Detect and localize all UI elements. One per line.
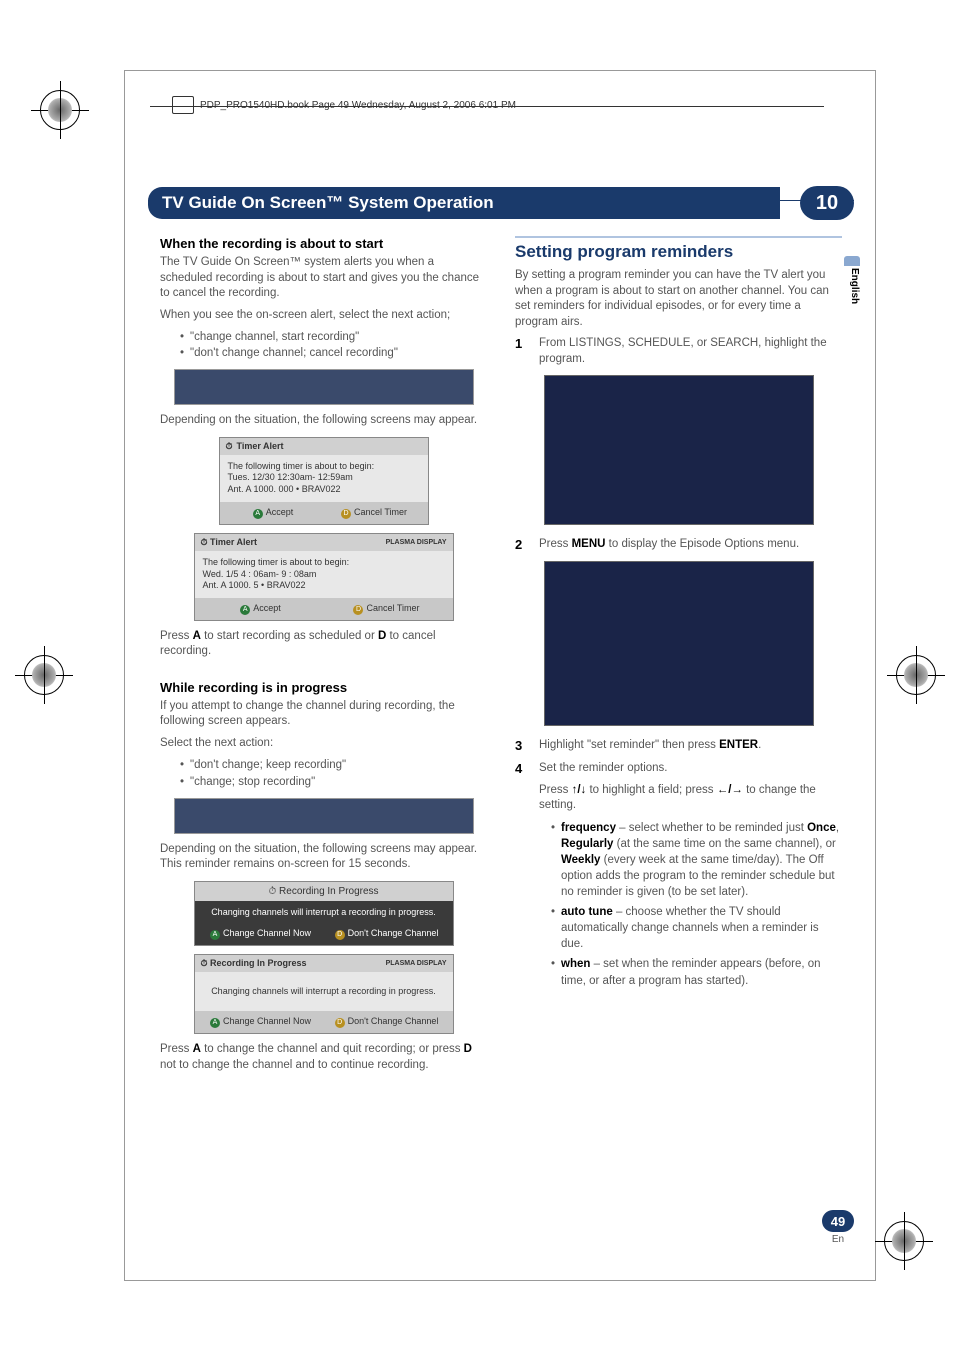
bullet-list: "don't change; keep recording" "change; … [180,757,487,789]
bullet: "don't change; keep recording" [180,757,487,773]
dialog-buttons: Accept Cancel Timer [195,598,453,620]
step-text: Highlight "set reminder" then press ENTE… [539,738,842,754]
step-4: 4 Set the reminder options. Press ↑/↓ to… [515,761,842,992]
dont-change-button: Don't Change Channel [324,926,450,942]
bullet-list: "change channel, start recording" "don't… [180,329,487,361]
option-list: frequency – select whether to be reminde… [551,820,842,989]
step-2: 2 Press MENU to display the Episode Opti… [515,537,842,553]
screenshot-recording-starting [174,369,474,405]
screenshot-episode-options [544,561,814,726]
chapter-number: 10 [800,186,854,220]
right-column: Setting program reminders By setting a p… [515,236,842,1079]
dialog-title: ⏱ Recording In Progress PLASMA DISPLAY [195,955,453,972]
page-language: En [822,1234,854,1245]
step-text: Set the reminder options. Press ↑/↓ to h… [539,761,842,992]
chapter-title: TV Guide On Screen™ System Operation [148,187,780,219]
page-meta: PDP_PRO1540HD.book Page 49 Wednesday, Au… [172,96,516,114]
cancel-timer-button: Cancel Timer [324,505,425,521]
dialog-timer-alert-plasma: ⏱ Timer Alert PLASMA DISPLAY The followi… [194,533,454,621]
bullet: "don't change channel; cancel recording" [180,345,487,361]
cancel-timer-button: Cancel Timer [324,601,450,617]
arrow-updown-icon: ↑/↓ [572,784,587,796]
step-text: Press MENU to display the Episode Option… [539,537,842,553]
dialog-message: Changing channels will interrupt a recor… [195,972,453,1012]
paragraph: Select the next action: [160,736,487,752]
language-tab: English [846,268,860,304]
registration-mark [896,655,936,695]
registration-mark [40,90,80,130]
dialog-timer-alert: ⏱ Timer Alert The following timer is abo… [219,437,429,525]
option-frequency: frequency – select whether to be reminde… [551,820,842,900]
page-number: 49 [822,1210,854,1232]
dialog-buttons: Accept Cancel Timer [220,502,428,524]
bullet: "change; stop recording" [180,774,487,790]
paragraph: Press A to start recording as scheduled … [160,629,487,660]
change-channel-button: Change Channel Now [198,926,324,942]
section-heading: When the recording is about to start [160,236,487,251]
change-channel-button: Change Channel Now [198,1014,324,1030]
arrow-leftright-icon: ←/→ [717,784,743,796]
step-number: 4 [515,761,529,992]
paragraph: Depending on the situation, the followin… [160,842,487,873]
screenshot-recording-in-progress [174,798,474,834]
option-auto-tune: auto tune – choose whether the TV should… [551,904,842,952]
step-1: 1 From LISTINGS, SCHEDULE, or SEARCH, hi… [515,336,842,367]
step-number: 1 [515,336,529,367]
dialog-recording-progress: ⏱ Recording In Progress Changing channel… [194,881,454,946]
dont-change-button: Don't Change Channel [324,1014,450,1030]
accept-button: Accept [198,601,324,617]
paragraph: The TV Guide On Screen™ system alerts yo… [160,255,487,302]
dialog-buttons: Change Channel Now Don't Change Channel [195,923,453,945]
paragraph: When you see the on-screen alert, select… [160,308,487,324]
registration-mark [884,1221,924,1261]
paragraph: Depending on the situation, the followin… [160,413,487,429]
step-number: 3 [515,738,529,754]
dialog-title: ⏱ Timer Alert PLASMA DISPLAY [195,534,453,551]
dialog-body: The following timer is about to begin: W… [195,551,453,598]
accept-button: Accept [223,505,324,521]
step-text: From LISTINGS, SCHEDULE, or SEARCH, high… [539,336,842,367]
paragraph: Press A to change the channel and quit r… [160,1042,487,1073]
bullet: "change channel, start recording" [180,329,487,345]
step-3: 3 Highlight "set reminder" then press EN… [515,738,842,754]
registration-mark [24,655,64,695]
dialog-title: ⏱ Timer Alert [220,438,428,455]
dialog-buttons: Change Channel Now Don't Change Channel [195,1011,453,1033]
chapter-header: TV Guide On Screen™ System Operation 10 [148,186,854,220]
page-meta-text: PDP_PRO1540HD.book Page 49 Wednesday, Au… [200,100,516,111]
dialog-body: The following timer is about to begin: T… [220,455,428,502]
left-column: When the recording is about to start The… [160,236,487,1079]
dialog-recording-progress-plasma: ⏱ Recording In Progress PLASMA DISPLAY C… [194,954,454,1035]
dialog-message: Changing channels will interrupt a recor… [195,901,453,923]
option-when: when – set when the reminder appears (be… [551,956,842,988]
paragraph: If you attempt to change the channel dur… [160,699,487,730]
screenshot-listings [544,375,814,525]
dialog-title: ⏱ Recording In Progress [195,882,453,901]
section-heading: Setting program reminders [515,242,842,262]
page-footer: 49 En [822,1210,854,1245]
paragraph: By setting a program reminder you can ha… [515,268,842,330]
section-heading: While recording is in progress [160,680,487,695]
step-number: 2 [515,537,529,553]
section-rule [515,236,842,238]
